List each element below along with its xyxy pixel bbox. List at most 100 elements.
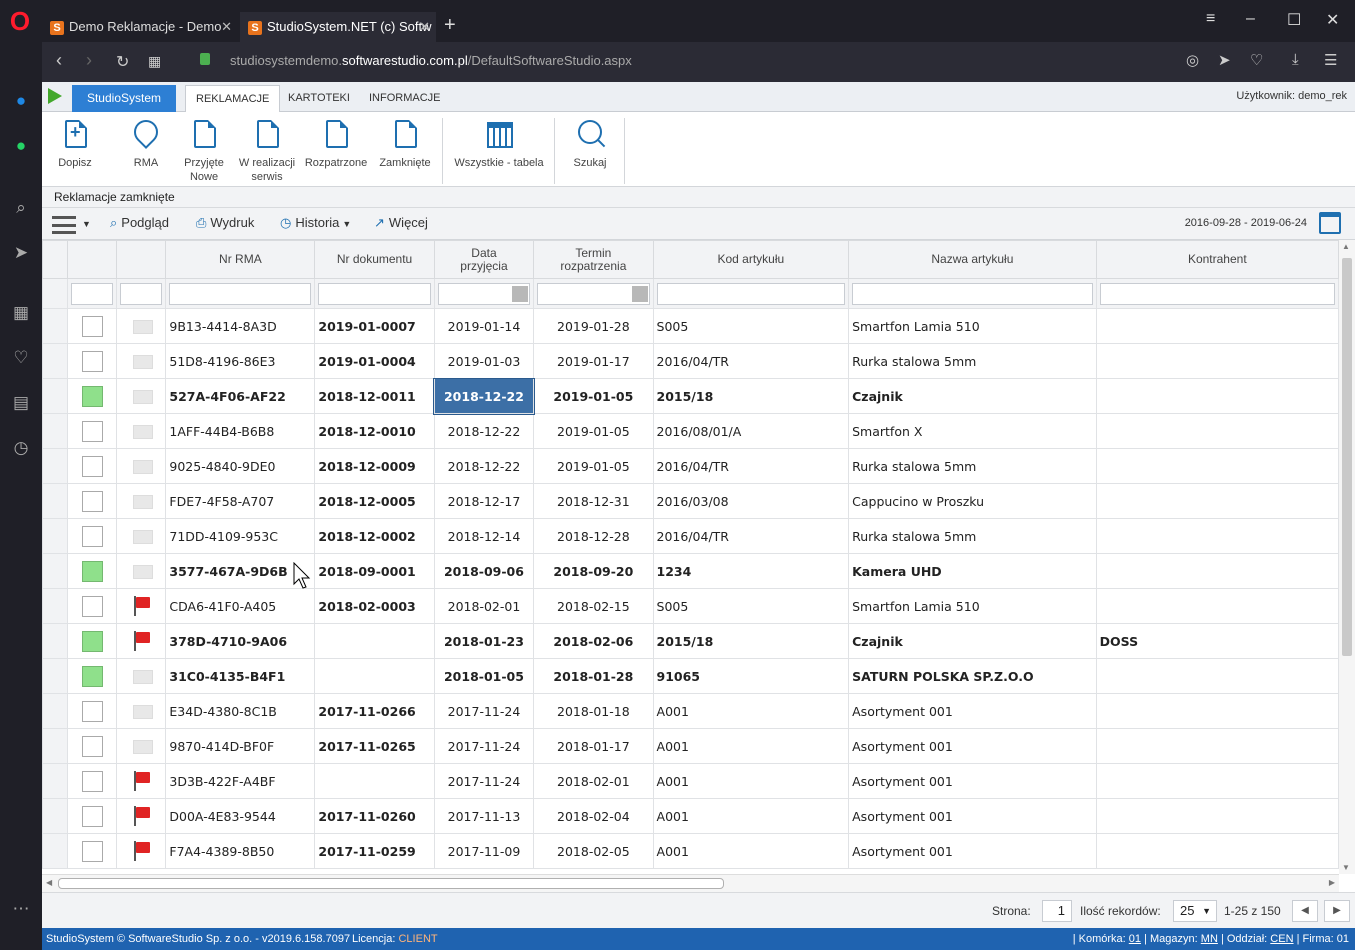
flag-cell[interactable] — [116, 553, 167, 589]
check-cell[interactable] — [67, 693, 118, 729]
row-checkbox[interactable] — [81, 385, 103, 407]
flag-cell[interactable] — [116, 448, 167, 484]
check-cell[interactable] — [67, 553, 118, 589]
cell-termin[interactable]: 2018-09-20 — [533, 553, 654, 589]
cell-kontrahent[interactable] — [1095, 308, 1339, 344]
row-header[interactable] — [42, 763, 69, 799]
cell-doc[interactable]: 2019-01-0004 — [314, 343, 435, 379]
check-cell[interactable] — [67, 623, 118, 659]
check-cell[interactable] — [67, 798, 118, 834]
cell-kontrahent[interactable]: DOSS — [1095, 623, 1339, 659]
magazyn-value[interactable]: MN — [1201, 933, 1218, 945]
cell-kontrahent[interactable] — [1095, 518, 1339, 554]
cell-kod[interactable]: S005 — [652, 308, 850, 344]
cell-termin[interactable]: 2019-01-05 — [533, 448, 654, 484]
row-checkbox[interactable] — [81, 770, 103, 792]
cell-doc[interactable]: 2018-09-0001 — [314, 553, 435, 589]
cell-nazwa[interactable]: Asortyment 001 — [848, 728, 1097, 764]
check-cell[interactable] — [67, 343, 118, 379]
row-checkbox[interactable] — [81, 490, 103, 512]
check-cell[interactable] — [67, 833, 118, 869]
table-row[interactable]: 3D3B-422F-A4BF 2017-11-24 2018-02-01 A001 As… — [42, 763, 1339, 799]
cell-kod[interactable]: 2016/04/TR — [652, 448, 850, 484]
filter-nazwa-artykulu-input[interactable] — [852, 282, 1093, 305]
check-cell[interactable] — [67, 448, 118, 484]
cell-data[interactable]: 2017-11-24 — [433, 728, 535, 764]
calendar-icon[interactable] — [1319, 212, 1341, 234]
horizontal-scroll-thumb[interactable] — [58, 878, 724, 889]
prev-page-button[interactable]: ◀ — [1292, 900, 1318, 922]
history-clock-icon[interactable]: ◷ — [10, 437, 32, 459]
news-icon[interactable]: ▤ — [10, 392, 32, 414]
messenger-icon[interactable]: ● — [10, 90, 32, 112]
next-page-button[interactable]: ▶ — [1324, 900, 1350, 922]
cell-data[interactable]: 2018-12-22 — [433, 377, 535, 415]
check-cell[interactable] — [67, 518, 118, 554]
tab-reklamacje[interactable]: REKLAMACJE — [185, 85, 281, 112]
row-header[interactable] — [42, 448, 69, 484]
cell-doc[interactable]: 2018-12-0002 — [314, 518, 435, 554]
cell-kod[interactable]: 91065 — [652, 658, 850, 694]
row-checkbox[interactable] — [81, 630, 103, 652]
cell-termin[interactable]: 2019-01-05 — [533, 378, 654, 414]
cell-doc[interactable] — [314, 658, 435, 694]
cell-doc[interactable]: 2017-11-0265 — [314, 728, 435, 764]
table-row[interactable]: 31C0-4135-B4F1 2018-01-05 2018-01-28 91065 S… — [42, 658, 1339, 694]
check-cell[interactable] — [67, 483, 118, 519]
rozpatrzone-button[interactable]: Rozpatrzone — [304, 116, 368, 170]
cell-kod[interactable]: 2016/04/TR — [652, 518, 850, 554]
row-header[interactable] — [42, 798, 69, 834]
row-header[interactable] — [42, 833, 69, 869]
scroll-up-icon[interactable]: ▲ — [1342, 242, 1350, 251]
row-checkbox[interactable] — [81, 595, 103, 617]
send-icon[interactable]: ➤ — [10, 242, 32, 264]
row-header[interactable] — [42, 553, 69, 589]
cell-data[interactable]: 2017-11-09 — [433, 833, 535, 869]
row-header[interactable] — [42, 588, 69, 624]
cell-data[interactable]: 2018-01-05 — [433, 658, 535, 694]
cell-nazwa[interactable]: Asortyment 001 — [848, 693, 1097, 729]
filter-nr-dokumentu-input[interactable] — [318, 282, 431, 305]
heart-icon[interactable]: ♡ — [1250, 51, 1263, 69]
cell-rma[interactable]: 71DD-4109-953C — [165, 518, 316, 554]
flag-cell[interactable] — [116, 483, 167, 519]
cell-doc[interactable]: 2018-12-0010 — [314, 413, 435, 449]
flag-cell[interactable] — [116, 308, 167, 344]
heart-icon[interactable]: ♡ — [10, 347, 32, 369]
cell-doc[interactable]: 2018-02-0003 — [314, 588, 435, 624]
cell-doc[interactable]: 2019-01-0007 — [314, 308, 435, 344]
cell-termin[interactable]: 2018-02-01 — [533, 763, 654, 799]
row-header[interactable] — [42, 413, 69, 449]
table-row[interactable]: 9B13-4414-8A3D 2019-01-0007 2019-01-14 2019… — [42, 308, 1339, 344]
cell-rma[interactable]: 31C0-4135-B4F1 — [165, 658, 316, 694]
column-header-kontrahent[interactable]: Kontrahent — [1095, 240, 1339, 279]
filter-flag-input[interactable] — [120, 282, 163, 305]
cell-rma[interactable]: D00A-4E83-9544 — [165, 798, 316, 834]
table-row[interactable]: 378D-4710-9A06 2018-01-23 2018-02-06 2015/1… — [42, 623, 1339, 659]
tab-menu-icon[interactable]: ≡ — [1206, 10, 1215, 28]
cell-termin[interactable]: 2018-02-15 — [533, 588, 654, 624]
download-icon[interactable]: ⤓ — [1292, 51, 1299, 68]
row-checkbox[interactable] — [81, 700, 103, 722]
cell-termin[interactable]: 2019-01-17 — [533, 343, 654, 379]
cell-data[interactable]: 2017-11-13 — [433, 798, 535, 834]
back-icon[interactable]: ‹ — [56, 50, 62, 71]
cell-nazwa[interactable]: Smartfon Lamia 510 — [848, 308, 1097, 344]
cell-kontrahent[interactable] — [1095, 693, 1339, 729]
cell-kod[interactable]: 2016/03/08 — [652, 483, 850, 519]
w-realizacji-button[interactable]: W realizacji serwis — [236, 116, 298, 184]
flag-cell[interactable] — [116, 658, 167, 694]
records-per-page-select[interactable]: 25 ▼ — [1173, 900, 1217, 922]
scroll-right-icon[interactable]: ▶ — [1329, 878, 1335, 887]
flag-cell[interactable] — [116, 413, 167, 449]
cell-kod[interactable]: 1234 — [652, 553, 850, 589]
cell-rma[interactable]: 9B13-4414-8A3D — [165, 308, 316, 344]
przyjete-nowe-button[interactable]: Przyjęte Nowe — [178, 116, 230, 184]
table-row[interactable]: 9025-4840-9DE0 2018-12-0009 2018-12-22 2019… — [42, 448, 1339, 484]
more-icon[interactable]: ⋯ — [10, 898, 32, 920]
cell-kod[interactable]: 2015/18 — [652, 378, 850, 414]
flag-cell[interactable] — [116, 798, 167, 834]
flag-cell[interactable] — [116, 763, 167, 799]
cell-data[interactable]: 2018-12-14 — [433, 518, 535, 554]
row-header[interactable] — [42, 378, 69, 414]
